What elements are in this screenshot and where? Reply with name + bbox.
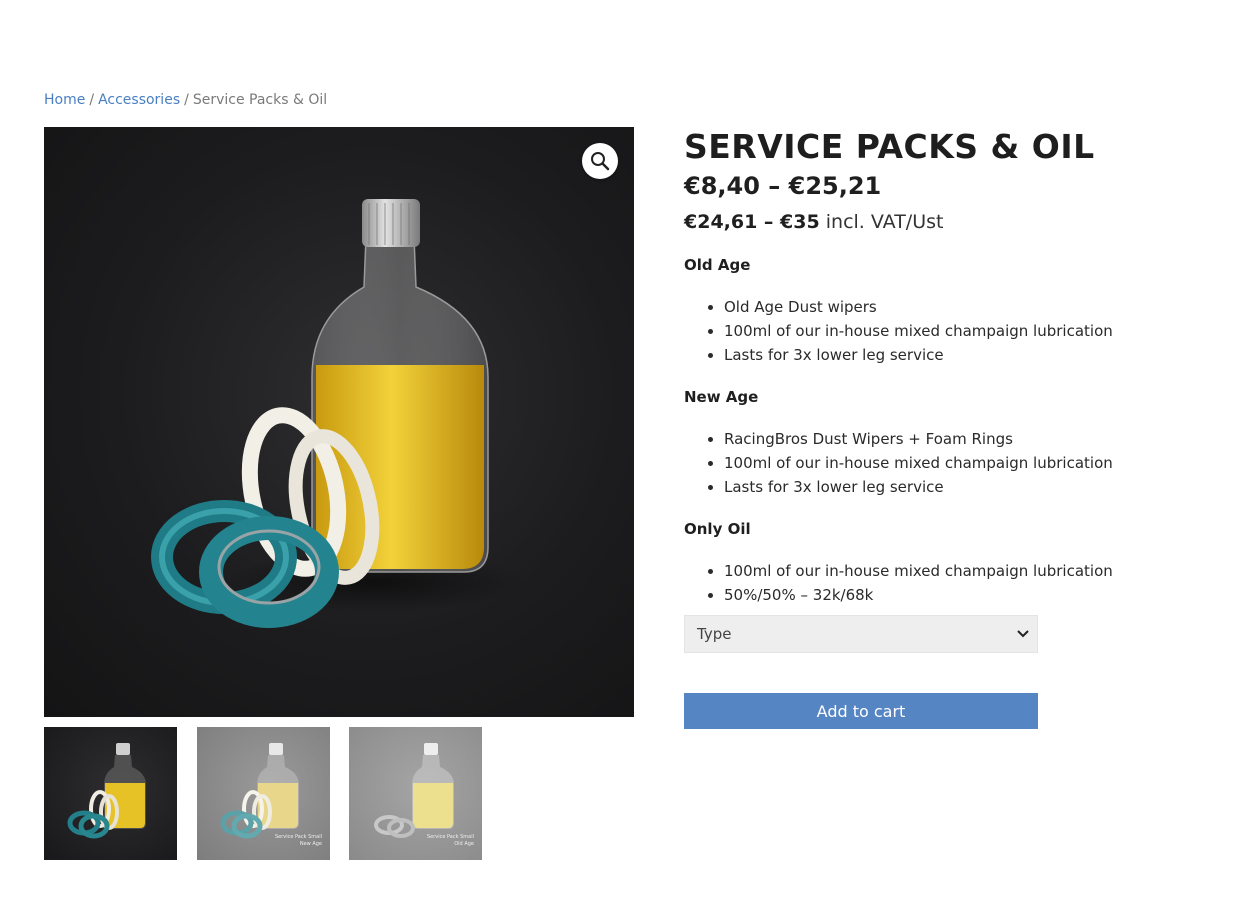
gallery-thumbnail-2[interactable]: Service Pack Small New Age xyxy=(197,727,330,860)
price-incl-amount: €24,61 – €35 xyxy=(684,211,820,233)
add-to-cart-button[interactable]: Add to cart xyxy=(684,693,1038,729)
list-item: 50%/50% – 32k/68k xyxy=(724,583,1204,607)
caption-line: New Age xyxy=(299,841,322,847)
type-select-value: Type xyxy=(697,625,732,643)
thumbnail-photo xyxy=(67,743,146,839)
magnifier-icon xyxy=(591,152,610,171)
zoom-button[interactable] xyxy=(582,143,618,179)
feature-list-new-age: RacingBros Dust Wipers + Foam Rings 100m… xyxy=(684,427,1204,499)
list-item: 100ml of our in-house mixed champaign lu… xyxy=(724,451,1204,475)
caption-line: Old Age xyxy=(454,841,474,847)
caption-line: Service Pack Small xyxy=(274,834,322,840)
product-photo xyxy=(151,199,524,628)
list-item: Lasts for 3x lower leg service xyxy=(724,343,1204,367)
breadcrumb-separator: / xyxy=(89,92,95,108)
thumbnail-caption: Service Pack Small Old Age xyxy=(427,834,474,848)
price-range: €8,40 – €25,21 xyxy=(684,172,882,200)
list-item: RacingBros Dust Wipers + Foam Rings xyxy=(724,427,1204,451)
gallery-thumbnail-3[interactable]: Service Pack Small Old Age xyxy=(349,727,482,860)
section-heading-old-age: Old Age xyxy=(684,256,751,274)
thumbnail-caption: Service Pack Small New Age xyxy=(275,834,322,848)
price-incl-vat: €24,61 – €35 incl. VAT/Ust xyxy=(684,209,1204,235)
breadcrumb-accessories-link[interactable]: Accessories xyxy=(98,92,180,108)
feature-list-only-oil: 100ml of our in-house mixed champaign lu… xyxy=(684,559,1204,607)
list-item: Lasts for 3x lower leg service xyxy=(724,475,1204,499)
caption-line: Service Pack Small xyxy=(426,834,474,840)
breadcrumb: Home / Accessories / Service Packs & Oil xyxy=(44,92,327,108)
section-heading-only-oil: Only Oil xyxy=(684,520,751,538)
product-summary: SERVICE PACKS & OIL €8,40 – €25,21 €24,6… xyxy=(684,127,1204,607)
breadcrumb-separator: / xyxy=(184,92,189,108)
price-incl-suffix: incl. VAT/Ust xyxy=(825,211,944,233)
gallery-thumbnail-1[interactable] xyxy=(44,727,177,860)
section-heading-new-age: New Age xyxy=(684,388,759,406)
product-title: SERVICE PACKS & OIL xyxy=(684,127,1095,166)
feature-list-old-age: Old Age Dust wipers 100ml of our in-hous… xyxy=(684,295,1204,367)
type-select[interactable]: Type xyxy=(684,615,1038,653)
list-item: 100ml of our in-house mixed champaign lu… xyxy=(724,559,1204,583)
chevron-down-icon xyxy=(1017,630,1029,638)
breadcrumb-home-link[interactable]: Home xyxy=(44,92,85,108)
list-item: Old Age Dust wipers xyxy=(724,295,1204,319)
list-item: 100ml of our in-house mixed champaign lu… xyxy=(724,319,1204,343)
breadcrumb-current: Service Packs & Oil xyxy=(192,92,328,108)
product-main-image[interactable] xyxy=(44,127,634,717)
